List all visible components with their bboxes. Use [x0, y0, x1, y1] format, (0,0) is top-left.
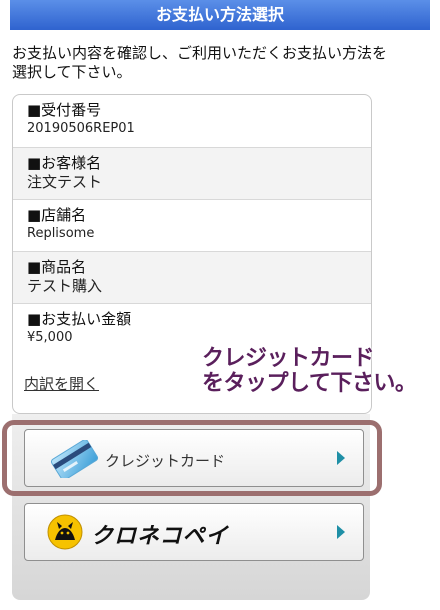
- customer-name-row: ■お客様名 注文テスト: [13, 147, 371, 199]
- product-name-row: ■商品名 テスト購入: [13, 251, 371, 303]
- tap-instruction-line-1: クレジットカード: [202, 346, 375, 371]
- page-title: お支払い方法選択: [155, 5, 284, 24]
- page-header: お支払い方法選択: [10, 0, 430, 30]
- open-breakdown-link[interactable]: 内訳を開く: [24, 373, 99, 394]
- payment-amount-label: ■お支払い金額: [27, 310, 132, 328]
- tap-instruction-line-2: をタップして下さい。: [202, 371, 417, 396]
- payment-amount-value: ¥5,000: [27, 330, 73, 345]
- order-number-label: ■受付番号: [27, 101, 102, 119]
- kuroneko-pay-label: クロネコペイ: [91, 524, 229, 549]
- customer-name-label: ■お客様名: [27, 154, 102, 172]
- product-name-value: テスト購入: [27, 277, 103, 295]
- store-name-row: ■店舗名 Replisome: [13, 199, 371, 251]
- customer-name-value: 注文テスト: [27, 173, 103, 191]
- store-name-value: Replisome: [27, 226, 95, 241]
- intro-text: お支払い内容を確認し、ご利用いただくお支払い方法を選択して下さい。: [12, 44, 388, 81]
- black-cat-logo-icon: [47, 514, 83, 550]
- order-number-value: 20190506REP01: [27, 121, 135, 136]
- kuroneko-pay-button[interactable]: クロネコペイ: [24, 503, 364, 561]
- product-name-label: ■商品名: [27, 258, 87, 276]
- credit-card-highlight-frame: [2, 420, 382, 496]
- store-name-label: ■店舗名: [27, 206, 87, 224]
- tap-instruction-annotation: クレジットカード をタップして下さい。: [202, 346, 417, 396]
- chevron-right-icon: [337, 525, 345, 539]
- order-number-row: ■受付番号 20190506REP01: [13, 95, 371, 147]
